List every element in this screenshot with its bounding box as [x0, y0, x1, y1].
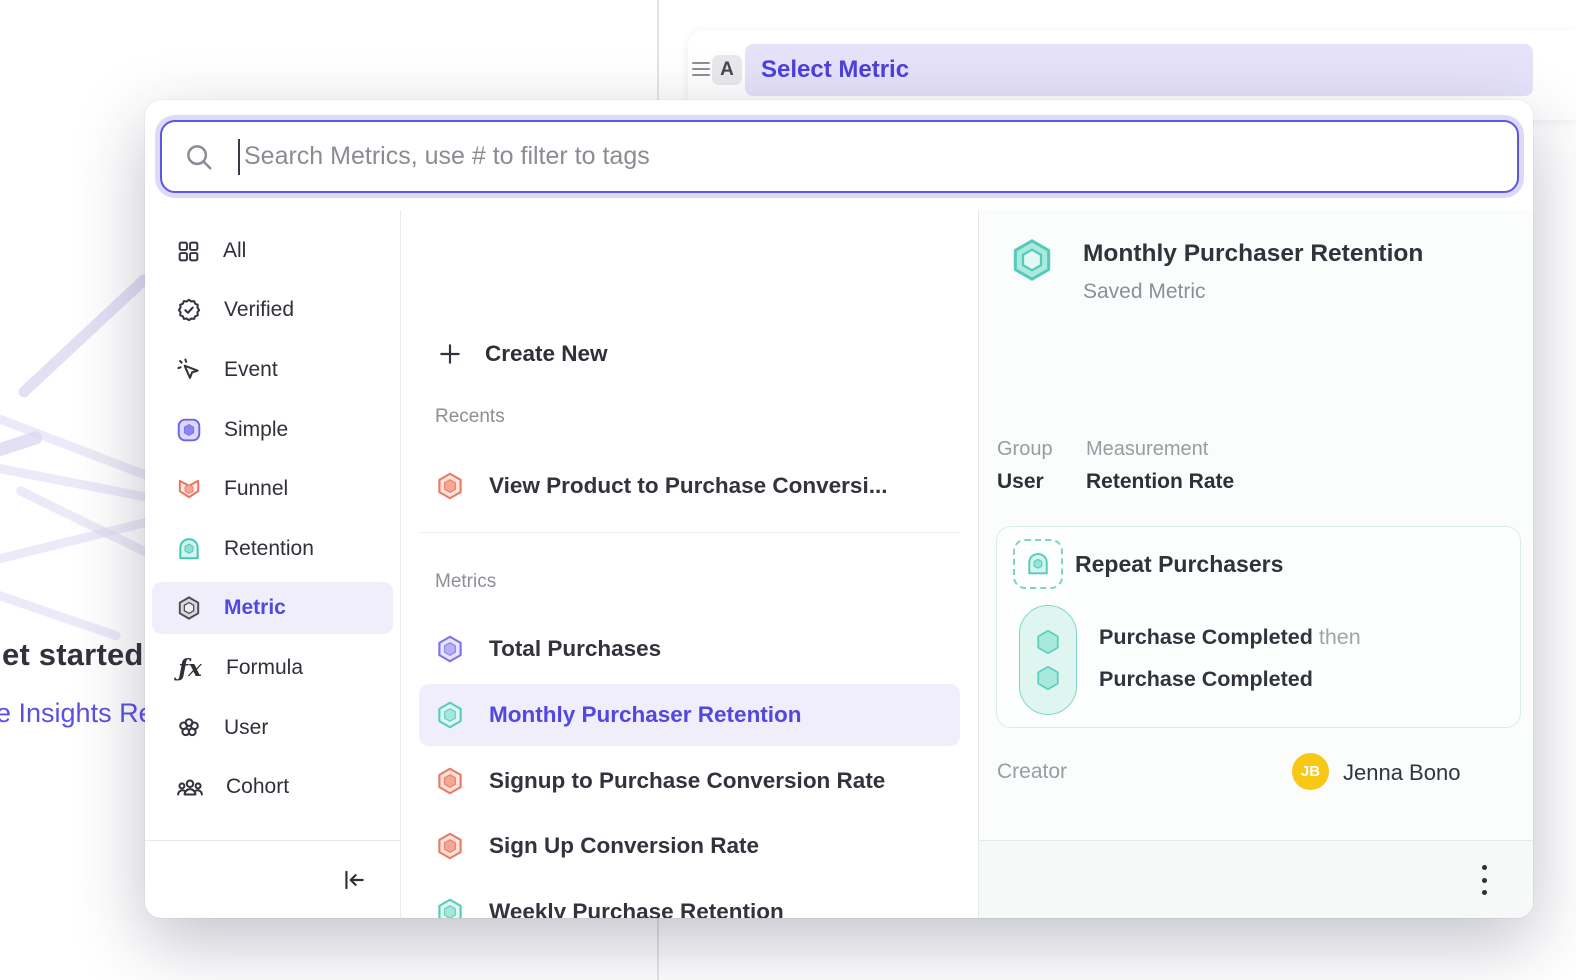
creator-avatar: JB	[1292, 753, 1329, 790]
select-metric-button[interactable]: Select Metric	[745, 44, 1533, 96]
sidebar-item-label: Formula	[226, 656, 303, 680]
sidebar-item-simple[interactable]: Simple	[152, 404, 393, 456]
background-heading-cut: et started.	[2, 637, 145, 673]
sidebar-item-label: Cohort	[226, 775, 289, 799]
details-title: Monthly Purchaser Retention	[1083, 240, 1423, 268]
sidebar-item-label: Retention	[224, 537, 314, 561]
saved-metric-icon	[1009, 237, 1055, 283]
sidebar-item-label: Verified	[224, 298, 294, 322]
metric-list-panel: Create New Recents View Product to Purch…	[401, 210, 978, 918]
search-bar[interactable]	[160, 120, 1519, 193]
simple-metric-icon	[176, 417, 202, 443]
metric-item-signup-to-purchase[interactable]: Signup to Purchase Conversion Rate	[419, 750, 960, 812]
background-link-cut[interactable]: e Insights Re	[0, 698, 145, 729]
definition-step-2: Purchase Completed	[1099, 667, 1313, 692]
collapse-sidebar-button[interactable]	[334, 862, 374, 898]
retention-metric-icon	[435, 700, 465, 730]
details-footer	[979, 840, 1533, 918]
metric-item-label: Total Purchases	[489, 636, 661, 662]
create-new-label: Create New	[485, 341, 608, 367]
group-value: User	[997, 470, 1044, 494]
search-input[interactable]	[244, 142, 1517, 171]
user-cluster-icon	[176, 715, 202, 741]
metric-details-panel: Monthly Purchaser Retention Saved Metric…	[979, 210, 1533, 918]
funnel-metric-icon	[435, 831, 465, 861]
funnel-metric-icon	[435, 471, 465, 501]
sidebar-item-verified[interactable]: Verified	[152, 284, 393, 336]
kebab-menu-icon[interactable]	[1475, 865, 1493, 895]
simple-metric-icon	[435, 634, 465, 664]
step-hexagon-icon	[1033, 663, 1063, 693]
drag-handle-icon[interactable]	[692, 60, 710, 78]
sidebar-item-all[interactable]: All	[152, 225, 393, 277]
retention-icon	[176, 536, 202, 562]
metric-item-label: View Product to Purchase Conversi...	[489, 473, 887, 499]
funnel-metric-icon	[435, 766, 465, 796]
recent-metric-item[interactable]: View Product to Purchase Conversi...	[419, 455, 960, 517]
grid-icon	[176, 239, 201, 264]
details-subtitle: Saved Metric	[1083, 280, 1206, 304]
creator-label: Creator	[997, 760, 1067, 784]
metric-picker-modal: All Verified Event	[145, 100, 1533, 918]
screen: et started. e Insights Re A Select Metri…	[0, 0, 1576, 980]
cohort-icon	[176, 774, 204, 800]
collapse-left-icon	[340, 867, 368, 893]
sidebar-item-label: All	[223, 239, 246, 263]
sidebar-item-label: User	[224, 716, 268, 740]
group-label: Group	[997, 438, 1053, 461]
retention-arch-icon	[1024, 550, 1052, 578]
sidebar-item-retention[interactable]: Retention	[152, 523, 393, 575]
verified-badge-icon	[176, 297, 202, 323]
step-1-event: Purchase Completed	[1099, 625, 1313, 649]
metric-item-signup-conversion[interactable]: Sign Up Conversion Rate	[419, 815, 960, 877]
sidebar-item-metric[interactable]: Metric	[152, 582, 393, 634]
step-connector: then	[1319, 625, 1361, 649]
metric-definition-card: Repeat Purchasers Purchase Completed the…	[996, 526, 1521, 728]
metric-item-weekly-purchase-retention[interactable]: Weekly Purchase Retention	[419, 881, 960, 918]
search-icon	[184, 142, 214, 172]
metric-item-label: Sign Up Conversion Rate	[489, 833, 759, 859]
metric-item-label: Monthly Purchaser Retention	[489, 702, 802, 728]
retention-metric-icon	[435, 897, 465, 918]
create-new-button[interactable]: Create New	[419, 332, 960, 376]
metric-item-label: Weekly Purchase Retention	[489, 899, 784, 918]
sidebar-item-formula[interactable]: ƒx Formula	[152, 642, 393, 694]
funnel-icon	[176, 476, 202, 502]
metrics-section-label: Metrics	[435, 571, 496, 593]
row-letter-badge: A	[712, 55, 742, 85]
formula-icon: ƒx	[176, 655, 204, 682]
measurement-label: Measurement	[1086, 438, 1208, 461]
metric-item-label: Signup to Purchase Conversion Rate	[489, 768, 885, 794]
sidebar-item-funnel[interactable]: Funnel	[152, 463, 393, 515]
metric-item-total-purchases[interactable]: Total Purchases	[419, 618, 960, 680]
funnel-steps-capsule	[1019, 605, 1077, 715]
sidebar-item-label: Simple	[224, 418, 288, 442]
list-section-divider	[419, 532, 960, 533]
creator-name: Jenna Bono	[1343, 760, 1460, 786]
sidebar-item-label: Metric	[224, 596, 286, 620]
step-hexagon-icon	[1033, 627, 1063, 657]
definition-step-1: Purchase Completed then	[1099, 625, 1361, 650]
definition-title: Repeat Purchasers	[1075, 551, 1283, 578]
plus-icon	[437, 341, 463, 367]
measurement-value: Retention Rate	[1086, 470, 1234, 494]
sidebar-footer	[145, 840, 400, 918]
repeat-purchasers-icon	[1013, 539, 1063, 589]
event-cursor-icon	[176, 357, 202, 383]
sidebar-item-cohort[interactable]: Cohort	[152, 761, 393, 813]
metric-hexagon-icon	[176, 595, 202, 621]
sidebar-item-user[interactable]: User	[152, 702, 393, 754]
metric-item-monthly-purchaser-retention[interactable]: Monthly Purchaser Retention	[419, 684, 960, 746]
text-caret	[238, 139, 240, 175]
sidebar-item-label: Event	[224, 358, 278, 382]
sidebar-item-event[interactable]: Event	[152, 344, 393, 396]
sidebar-item-label: Funnel	[224, 477, 288, 501]
recents-section-label: Recents	[435, 406, 505, 428]
